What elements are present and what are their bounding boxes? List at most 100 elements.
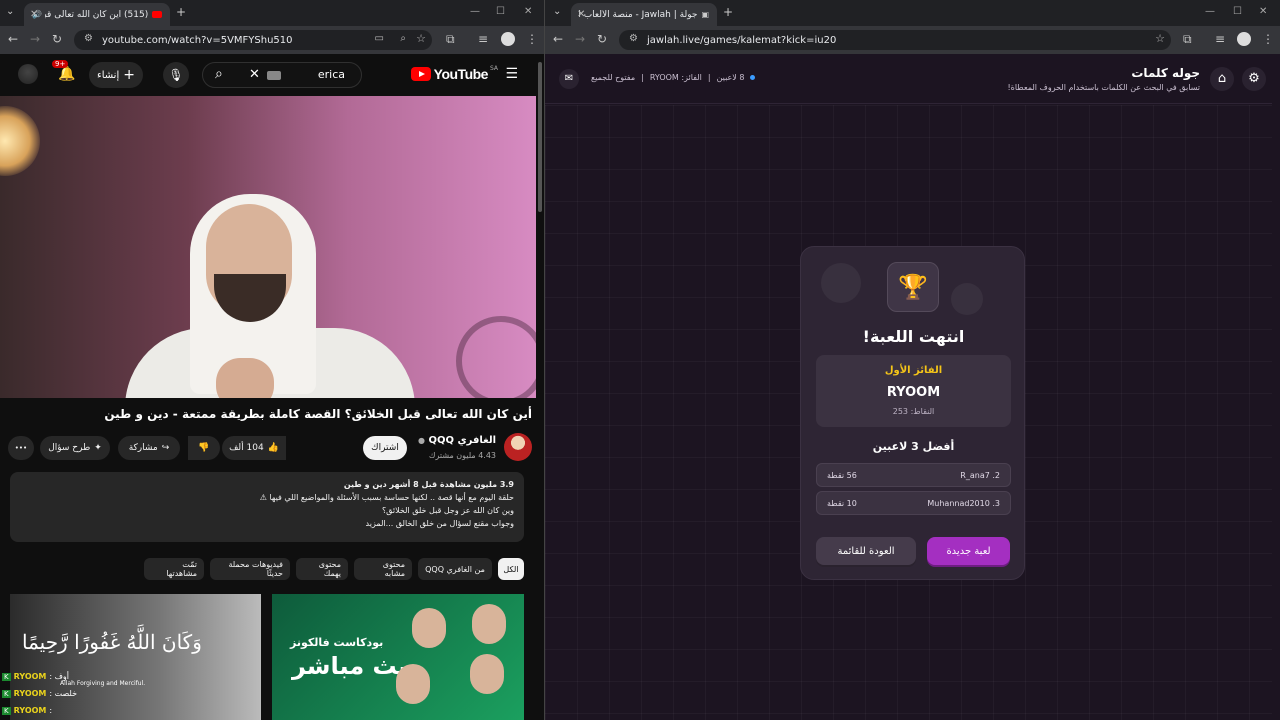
left-address-bar[interactable]: ⚙ youtube.com/watch?v=5VMFYShu510 ▭ ⌕ ☆ [74,30,432,50]
zoom-icon[interactable]: ⌕ [400,33,406,44]
game-subtitle: تسابق في البحث عن الكلمات باستخدام الحرو… [1007,83,1200,92]
video-description[interactable]: 3.9 مليون مشاهدة قبل 8 أشهر دين و طين حل… [10,472,524,542]
new-tab-icon[interactable]: + [176,5,186,19]
more-actions-button[interactable]: ••• [8,436,34,460]
chip-all[interactable]: الكل [498,558,524,580]
tab-jawlah[interactable]: ▣ جولة | Jawlah - منصة الألعاب الا ✕ [571,3,717,26]
tab-youtube[interactable]: (515) أين كان الله تعالى قبل ال 🔊 ✕ [24,3,170,26]
search-input[interactable]: erica ✕ ⌕ [202,62,362,88]
cast-icon[interactable]: ▭ [375,33,384,44]
video-title: أين كان الله تعالى قبل الخلائق؟ القصة كا… [104,407,532,421]
channel-name[interactable]: الغافري QQQ ● [418,435,496,446]
chat-message: K RYOOM: [2,702,242,719]
tab-list-icon[interactable]: ⌄ [553,6,561,17]
left-tabstrip: ⌄ (515) أين كان الله تعالى قبل ال 🔊 ✕ + … [0,0,544,26]
notifications-button[interactable]: 🔔 9+ [52,60,76,82]
player-name: 3. Muhannad2010 [927,499,1000,508]
minimize-icon[interactable]: — [1205,6,1215,17]
create-label: إنشاء [97,69,120,81]
chip-for-you[interactable]: محتوى يهمك [296,558,348,580]
leaderboard-row: 3. Muhannad2010 10 نقطة [816,491,1011,515]
dislike-button[interactable]: 👎 [188,436,220,460]
media-icon[interactable]: ≡ [1215,32,1225,46]
related-video-thumbnail-2[interactable]: بودكاست فالكونز بث مباشر [272,594,524,720]
bell-icon: 🔔 [58,66,76,82]
close-tab-icon[interactable]: ✕ [30,9,38,20]
channel-avatar[interactable] [504,433,532,461]
reload-icon[interactable]: ↻ [597,32,607,46]
top-players-heading: أفضل 3 لاعبين [872,440,955,453]
chat-user: RYOOM [13,689,47,698]
voice-search-icon[interactable]: 🎙 [163,62,189,88]
related-chips: الكل من الغافري QQQ محتوى مشابه محتوى يه… [10,558,524,580]
media-icon[interactable]: ≡ [478,32,488,46]
forward-icon[interactable]: → [30,32,40,46]
more-icon: ••• [14,444,28,452]
podcast-host-face [412,608,446,648]
new-tab-icon[interactable]: + [723,5,733,19]
maximize-icon[interactable]: ☐ [1233,6,1242,17]
menu-icon[interactable]: ⋮ [526,32,538,46]
search-icon[interactable]: ⌕ [215,66,223,82]
maximize-icon[interactable]: ☐ [496,6,505,17]
youtube-tab-favicon [152,11,162,18]
back-label: العودة للقائمة [837,545,895,557]
podcast-host-face [470,654,504,694]
chip-similar[interactable]: محتوى مشابه [354,558,412,580]
reload-icon[interactable]: ↻ [52,32,62,46]
player-count: 8 لاعبين [716,73,745,82]
bookmark-icon[interactable]: ☆ [1155,32,1165,45]
site-info-icon[interactable]: ⚙ [84,33,93,44]
online-dot-icon [750,75,756,80]
guide-menu-icon[interactable]: ☰ [505,66,518,82]
chip-watched[interactable]: تمّت مشاهدتها [144,558,204,580]
chat-toggle-icon[interactable]: ✉ [559,69,579,89]
subscribe-button[interactable]: اشتراك [363,436,407,460]
bookmark-icon[interactable]: ☆ [416,32,426,45]
ask-button[interactable]: طرح سؤال ✦ [40,436,110,460]
minimize-icon[interactable]: — [470,6,480,17]
close-window-icon[interactable]: ✕ [524,6,532,17]
extensions-icon[interactable]: ⧉ [446,32,455,47]
clear-search-icon[interactable]: ✕ [249,67,260,82]
subscribe-label: اشتراك [371,443,399,453]
video-player[interactable] [0,96,536,398]
settings-gear-icon[interactable]: ⚙ [1242,67,1266,91]
thumbnail-2-line2: بث مباشر [292,652,407,680]
chip-recently-uploaded[interactable]: فيديوهات محملة حديثًا [210,558,290,580]
create-button[interactable]: إنشاء + [89,62,143,88]
left-scrollbar[interactable] [536,56,544,720]
sparkle-icon: ✦ [94,443,102,453]
extensions-icon[interactable]: ⧉ [1183,32,1192,47]
chip-from-channel[interactable]: من الغافري QQQ [418,558,492,580]
right-url: jawlah.live/games/kalemat?kick=iu20 [647,34,837,46]
close-tab-icon[interactable]: ✕ [577,9,585,20]
left-url: youtube.com/watch?v=5VMFYShu510 [102,34,293,46]
back-icon[interactable]: ← [553,32,563,46]
account-avatar[interactable] [18,64,38,84]
menu-icon[interactable]: ⋮ [1262,32,1274,46]
new-game-button[interactable]: لعبة جديدة [927,537,1010,565]
keyboard-icon[interactable] [267,71,281,80]
like-button[interactable]: 104 ألف 👍 [222,436,286,460]
profile-avatar-icon[interactable] [1237,32,1251,46]
youtube-wordmark: YouTube [433,66,489,82]
share-icon: ↪ [161,443,170,453]
share-button[interactable]: مشاركة ↪ [118,436,180,460]
profile-avatar-icon[interactable] [501,32,515,46]
left-scrollbar-thumb[interactable] [538,62,542,212]
tab-youtube-title: (515) أين كان الله تعالى قبل ال [45,9,149,20]
youtube-logo[interactable]: YouTube SA [410,65,498,82]
kick-icon: K [2,689,11,698]
right-scrollbar[interactable] [1272,56,1280,720]
right-address-bar[interactable]: ⚙ jawlah.live/games/kalemat?kick=iu20 ☆ [619,30,1171,50]
home-icon[interactable]: ⌂ [1210,67,1234,91]
back-to-list-button[interactable]: العودة للقائمة [816,537,916,565]
description-line-2: وين كان الله عز وجل قبل خلق الخلائق؟ [381,506,514,515]
back-icon[interactable]: ← [8,32,18,46]
tab-list-icon[interactable]: ⌄ [6,6,14,17]
site-info-icon[interactable]: ⚙ [629,33,638,44]
close-window-icon[interactable]: ✕ [1259,6,1267,17]
forward-icon[interactable]: → [575,32,585,46]
winner-name: RYOOM [886,385,941,400]
